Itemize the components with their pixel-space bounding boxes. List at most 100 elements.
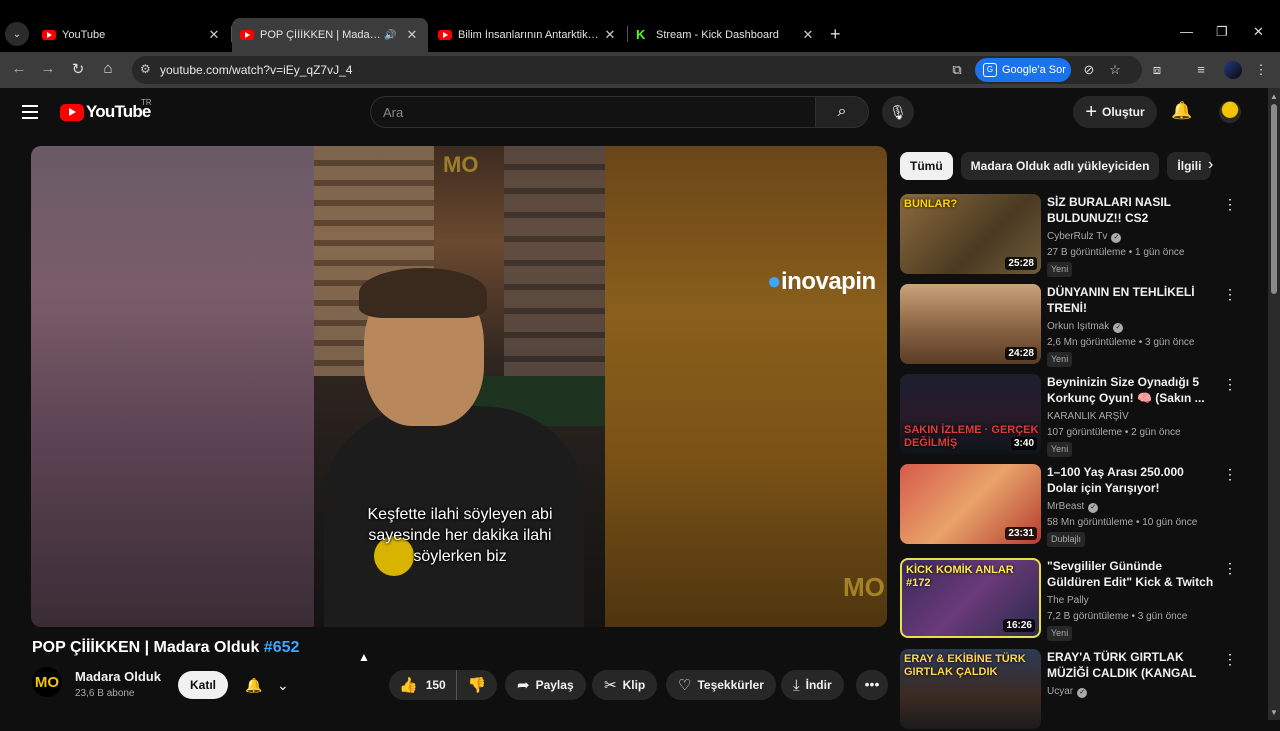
video-duration: 23:31 [1005, 527, 1037, 540]
video-hashtag[interactable]: #652 [264, 639, 300, 656]
view-stats: 7,2 B görüntüleme • 3 gün önce [1047, 611, 1188, 622]
close-tab-icon[interactable]: ✕ [602, 27, 618, 43]
eye-off-icon[interactable]: ⊘ [1080, 62, 1098, 78]
bookmark-star-icon[interactable]: ☆ [1106, 62, 1124, 78]
back-icon[interactable]: ← [9, 60, 29, 77]
browser-tab-antarctica[interactable]: Bilim İnsanlarının Antarktika'da ✕ [430, 18, 626, 52]
media-control-icon[interactable]: ≡ [1192, 62, 1210, 77]
recommended-channel[interactable]: Ucyar ✓ [1047, 686, 1088, 698]
voice-search-button[interactable]: 🎙 [882, 96, 914, 128]
recommended-title[interactable]: Beyninizin Size Oynadığı 5 Korkunç Oyun!… [1047, 374, 1217, 406]
video-thumbnail[interactable]: KİCK KOMİK ANLAR #172 16:26 [900, 558, 1041, 638]
restore-icon[interactable]: ❐ [1216, 24, 1228, 40]
menu-icon[interactable] [22, 105, 38, 123]
recommended-channel[interactable]: KARANLIK ARŞİV [1047, 411, 1129, 422]
thanks-button[interactable]: ♡ Teşekkürler [666, 670, 776, 700]
view-stats: 107 görüntüleme • 2 gün önce [1047, 427, 1181, 438]
video-player[interactable]: MO MO ●inovapin Keşfette ilahi söyleyen … [31, 146, 887, 627]
recommended-title[interactable]: 1–100 Yaş Arası 250.000 Dolar için Yarış… [1047, 464, 1217, 496]
new-tab-icon[interactable]: + [830, 24, 841, 45]
video-thumbnail[interactable]: 23:31 [900, 464, 1041, 544]
video-thumbnail[interactable]: ERAY & EKİBİNE TÜRK GIRTLAK ÇALDIK [900, 649, 1041, 729]
chip-from-uploader[interactable]: Madara Olduk adlı yükleyiciden [960, 152, 1160, 180]
close-tab-icon[interactable]: ✕ [800, 27, 816, 43]
tab-label: POP ÇİİİKKEN | Madara Olduk #652 - YouTu… [260, 29, 384, 41]
recommended-video[interactable]: 23:31 1–100 Yaş Arası 250.000 Dolar için… [900, 464, 1240, 547]
video-thumbnail[interactable]: BUNLAR? 25:28 [900, 194, 1041, 274]
video-thumbnail[interactable]: SAKIN İZLEME · GERÇEK DEĞİLMİŞ 3:40 [900, 374, 1041, 454]
more-options-icon[interactable]: ⋮ [1223, 196, 1237, 213]
tab-label: Bilim İnsanlarının Antarktika'da [458, 29, 602, 41]
share-button[interactable]: ➦ Paylaş [505, 670, 586, 700]
channel-avatar[interactable]: MO [32, 667, 62, 697]
minimize-icon[interactable]: — [1180, 24, 1193, 39]
scroll-up-icon[interactable]: ▲ [1270, 92, 1278, 101]
recommended-video[interactable]: BUNLAR? 25:28 SİZ BURALARI NASIL BULDUNU… [900, 194, 1240, 277]
new-badge: Yeni [1047, 262, 1073, 277]
browser-tab-youtube[interactable]: YouTube ✕ [34, 18, 230, 52]
more-options-icon[interactable]: ⋮ [1223, 286, 1237, 303]
speaker-icon[interactable]: 🔊 [384, 30, 400, 41]
search-placeholder: Ara [383, 104, 404, 120]
more-options-icon[interactable]: ⋮ [1223, 560, 1237, 577]
chip-related[interactable]: İlgili [1167, 152, 1212, 180]
extensions-icon[interactable]: ⧈ [1148, 62, 1166, 78]
recommended-channel[interactable]: CyberRulz Tv ✓ [1047, 231, 1122, 243]
more-options-icon[interactable]: ⋮ [1223, 376, 1237, 393]
download-button[interactable]: ⤓ İndir [781, 670, 844, 700]
recommended-video[interactable]: 24:28 DÜNYANIN EN TEHLİKELİ TRENİ! Orkun… [900, 284, 1240, 367]
youtube-logo[interactable]: YouTube TR [60, 98, 152, 122]
close-window-icon[interactable]: ✕ [1253, 24, 1264, 40]
scroll-down-icon[interactable]: ▼ [1270, 708, 1278, 717]
recommended-video[interactable]: ERAY & EKİBİNE TÜRK GIRTLAK ÇALDIK ERAY'… [900, 649, 1240, 731]
browser-tab-kick[interactable]: K Stream - Kick Dashboard ✕ [628, 18, 824, 52]
more-options-icon[interactable]: ⋮ [1223, 466, 1237, 483]
browser-menu-icon[interactable]: ⋮ [1252, 62, 1270, 78]
close-tab-icon[interactable]: ✕ [206, 27, 222, 43]
recommended-video[interactable]: KİCK KOMİK ANLAR #172 16:26 "Sevgililer … [900, 558, 1240, 641]
recommended-channel[interactable]: The Pally [1047, 595, 1089, 606]
channel-name[interactable]: Madara Olduk [75, 669, 161, 684]
recommended-title[interactable]: DÜNYANIN EN TEHLİKELİ TRENİ! [1047, 284, 1217, 316]
tab-label: Stream - Kick Dashboard [656, 29, 779, 41]
cast-icon[interactable]: ⧉ [948, 62, 966, 78]
page-scrollbar[interactable]: ▲ ▼ [1268, 88, 1280, 720]
new-badge: Yeni [1047, 352, 1073, 367]
recommended-title[interactable]: "Sevgililer Gününde Güldüren Edit" Kick … [1047, 558, 1217, 590]
recommended-channel[interactable]: Orkun Işıtmak ✓ [1047, 321, 1124, 333]
tab-search-button[interactable]: ⌄ [5, 22, 29, 46]
like-dislike-group: 👍 150 👎 [389, 670, 497, 700]
video-thumbnail[interactable]: 24:28 [900, 284, 1041, 364]
like-button[interactable]: 👍 150 [389, 670, 457, 700]
notifications-bell-icon[interactable]: 🔔 [1171, 101, 1192, 121]
recommended-video[interactable]: SAKIN İZLEME · GERÇEK DEĞİLMİŞ 3:40 Beyn… [900, 374, 1240, 457]
more-actions-button[interactable]: ••• [856, 670, 888, 700]
search-input[interactable]: Ara [370, 96, 816, 128]
create-button[interactable]: + Oluştur [1073, 96, 1157, 128]
video-duration: 24:28 [1005, 347, 1037, 360]
recommended-title[interactable]: SİZ BURALARI NASIL BULDUNUZ!! CS2 SAKLAM… [1047, 194, 1217, 226]
dislike-button[interactable]: 👎 [457, 676, 497, 694]
chip-all[interactable]: Tümü [900, 152, 953, 180]
clip-button[interactable]: ✂ Klip [592, 670, 658, 700]
recommended-channel[interactable]: MrBeast ✓ [1047, 501, 1099, 513]
search-button[interactable]: ⌕ [815, 96, 869, 128]
forward-icon[interactable]: → [38, 60, 58, 77]
user-avatar[interactable] [1219, 101, 1241, 123]
browser-profile-avatar[interactable] [1224, 61, 1242, 79]
browser-tab-active-video[interactable]: POP ÇİİİKKEN | Madara Olduk #652 - YouTu… [232, 18, 428, 52]
scrollbar-thumb[interactable] [1271, 104, 1277, 294]
site-info-icon[interactable]: ⚙ [140, 62, 151, 76]
subscription-notification-button[interactable]: 🔔 ⌄ [238, 671, 296, 699]
recommended-title[interactable]: ERAY'A TÜRK GIRTLAK MÜZİĞİ CALDIK (KANGA… [1047, 649, 1217, 681]
reload-icon[interactable]: ↻ [68, 60, 88, 78]
more-options-icon[interactable]: ⋮ [1223, 651, 1237, 668]
home-icon[interactable]: ⌂ [98, 60, 118, 77]
chevron-down-icon: ⌄ [277, 676, 289, 693]
chevron-right-icon[interactable]: › [1208, 156, 1213, 174]
verified-check-icon: ✓ [1077, 688, 1088, 698]
youtube-play-icon [60, 103, 84, 121]
join-button[interactable]: Katıl [178, 671, 228, 699]
google-ask-button[interactable]: G Google'a Sor [975, 58, 1071, 82]
close-tab-icon[interactable]: ✕ [404, 27, 420, 43]
